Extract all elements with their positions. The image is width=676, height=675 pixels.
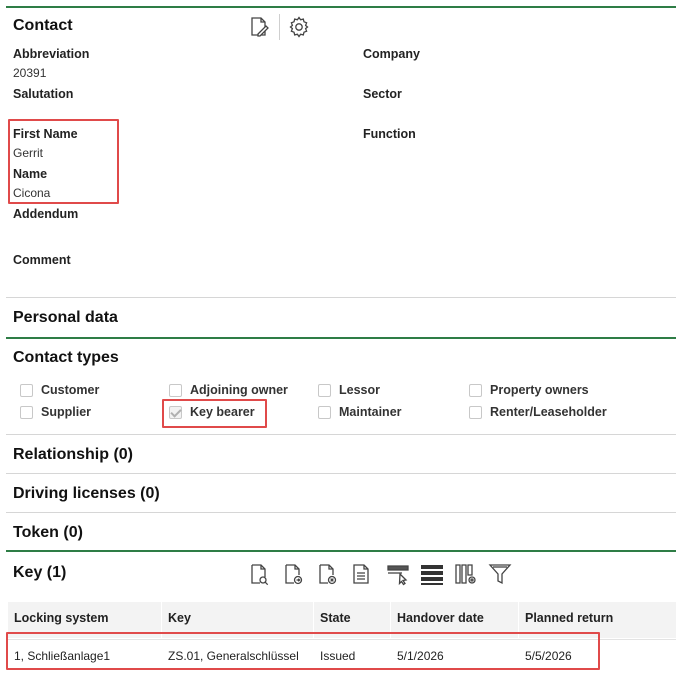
function-label: Function — [363, 127, 416, 141]
salutation-label: Salutation — [13, 87, 74, 101]
column-header-state[interactable]: State — [320, 611, 351, 625]
company-label: Company — [363, 47, 420, 61]
relationship-divider — [6, 434, 676, 435]
column-header-key[interactable]: Key — [168, 611, 191, 625]
key-divider — [6, 550, 676, 552]
customer-checkbox-label: Customer — [41, 383, 100, 397]
filter-icon[interactable] — [488, 562, 512, 586]
abbreviation-label: Abbreviation — [13, 47, 90, 61]
key-title: Key (1) — [13, 564, 67, 581]
document-list-icon[interactable] — [349, 562, 373, 586]
key-bearer-checkbox-label: Key bearer — [190, 405, 255, 419]
contact-title: Contact — [13, 17, 73, 34]
contact-types-divider — [6, 337, 676, 339]
property-owners-checkbox-label: Property owners — [490, 383, 589, 397]
comment-label: Comment — [13, 253, 71, 267]
token-title[interactable]: Token (0) — [13, 524, 83, 542]
supplier-checkbox[interactable] — [20, 406, 33, 419]
key-bearer-checkbox[interactable] — [169, 406, 182, 419]
columns-settings-icon[interactable] — [454, 562, 478, 586]
lessor-checkbox-label: Lessor — [339, 383, 380, 397]
adjoining-owner-checkbox[interactable] — [169, 384, 182, 397]
contact-top-divider — [6, 6, 676, 8]
search-document-icon[interactable] — [247, 562, 271, 586]
name-value: Cicona — [13, 186, 51, 200]
driving-licenses-title[interactable]: Driving licenses (0) — [13, 485, 160, 503]
addendum-label: Addendum — [13, 207, 79, 221]
sector-label: Sector — [363, 87, 402, 101]
maintainer-checkbox[interactable] — [318, 406, 331, 419]
driving-licenses-divider — [6, 473, 676, 474]
personal-data-divider — [6, 297, 676, 298]
gear-icon[interactable] — [287, 15, 311, 39]
rows-icon[interactable] — [420, 562, 444, 586]
renter-leaseholder-checkbox[interactable] — [469, 406, 482, 419]
column-header-planned-return[interactable]: Planned return — [525, 611, 613, 625]
toolbar-separator — [279, 14, 280, 40]
supplier-checkbox-label: Supplier — [41, 405, 92, 419]
personal-data-title[interactable]: Personal data — [13, 309, 118, 327]
abbreviation-value: 20391 — [13, 66, 47, 80]
first-name-label: First Name — [13, 127, 78, 141]
first-name-value: Gerrit — [13, 146, 43, 160]
name-label: Name — [13, 167, 48, 181]
token-divider — [6, 512, 676, 513]
customer-checkbox[interactable] — [20, 384, 33, 397]
lessor-checkbox[interactable] — [318, 384, 331, 397]
key-row-highlight-box — [6, 632, 600, 670]
column-header-handover-date[interactable]: Handover date — [397, 611, 484, 625]
select-cursor-icon[interactable] — [386, 562, 410, 586]
relationship-title[interactable]: Relationship (0) — [13, 446, 133, 464]
edit-document-icon[interactable] — [247, 15, 271, 39]
adjoining-owner-checkbox-label: Adjoining owner — [190, 383, 288, 397]
contact-types-title: Contact types — [13, 349, 119, 366]
document-forward-icon[interactable] — [281, 562, 305, 586]
maintainer-checkbox-label: Maintainer — [339, 405, 402, 419]
document-cancel-icon[interactable] — [315, 562, 339, 586]
column-header-locking-system[interactable]: Locking system — [14, 611, 108, 625]
property-owners-checkbox[interactable] — [469, 384, 482, 397]
renter-leaseholder-checkbox-label: Renter/Leaseholder — [490, 405, 607, 419]
